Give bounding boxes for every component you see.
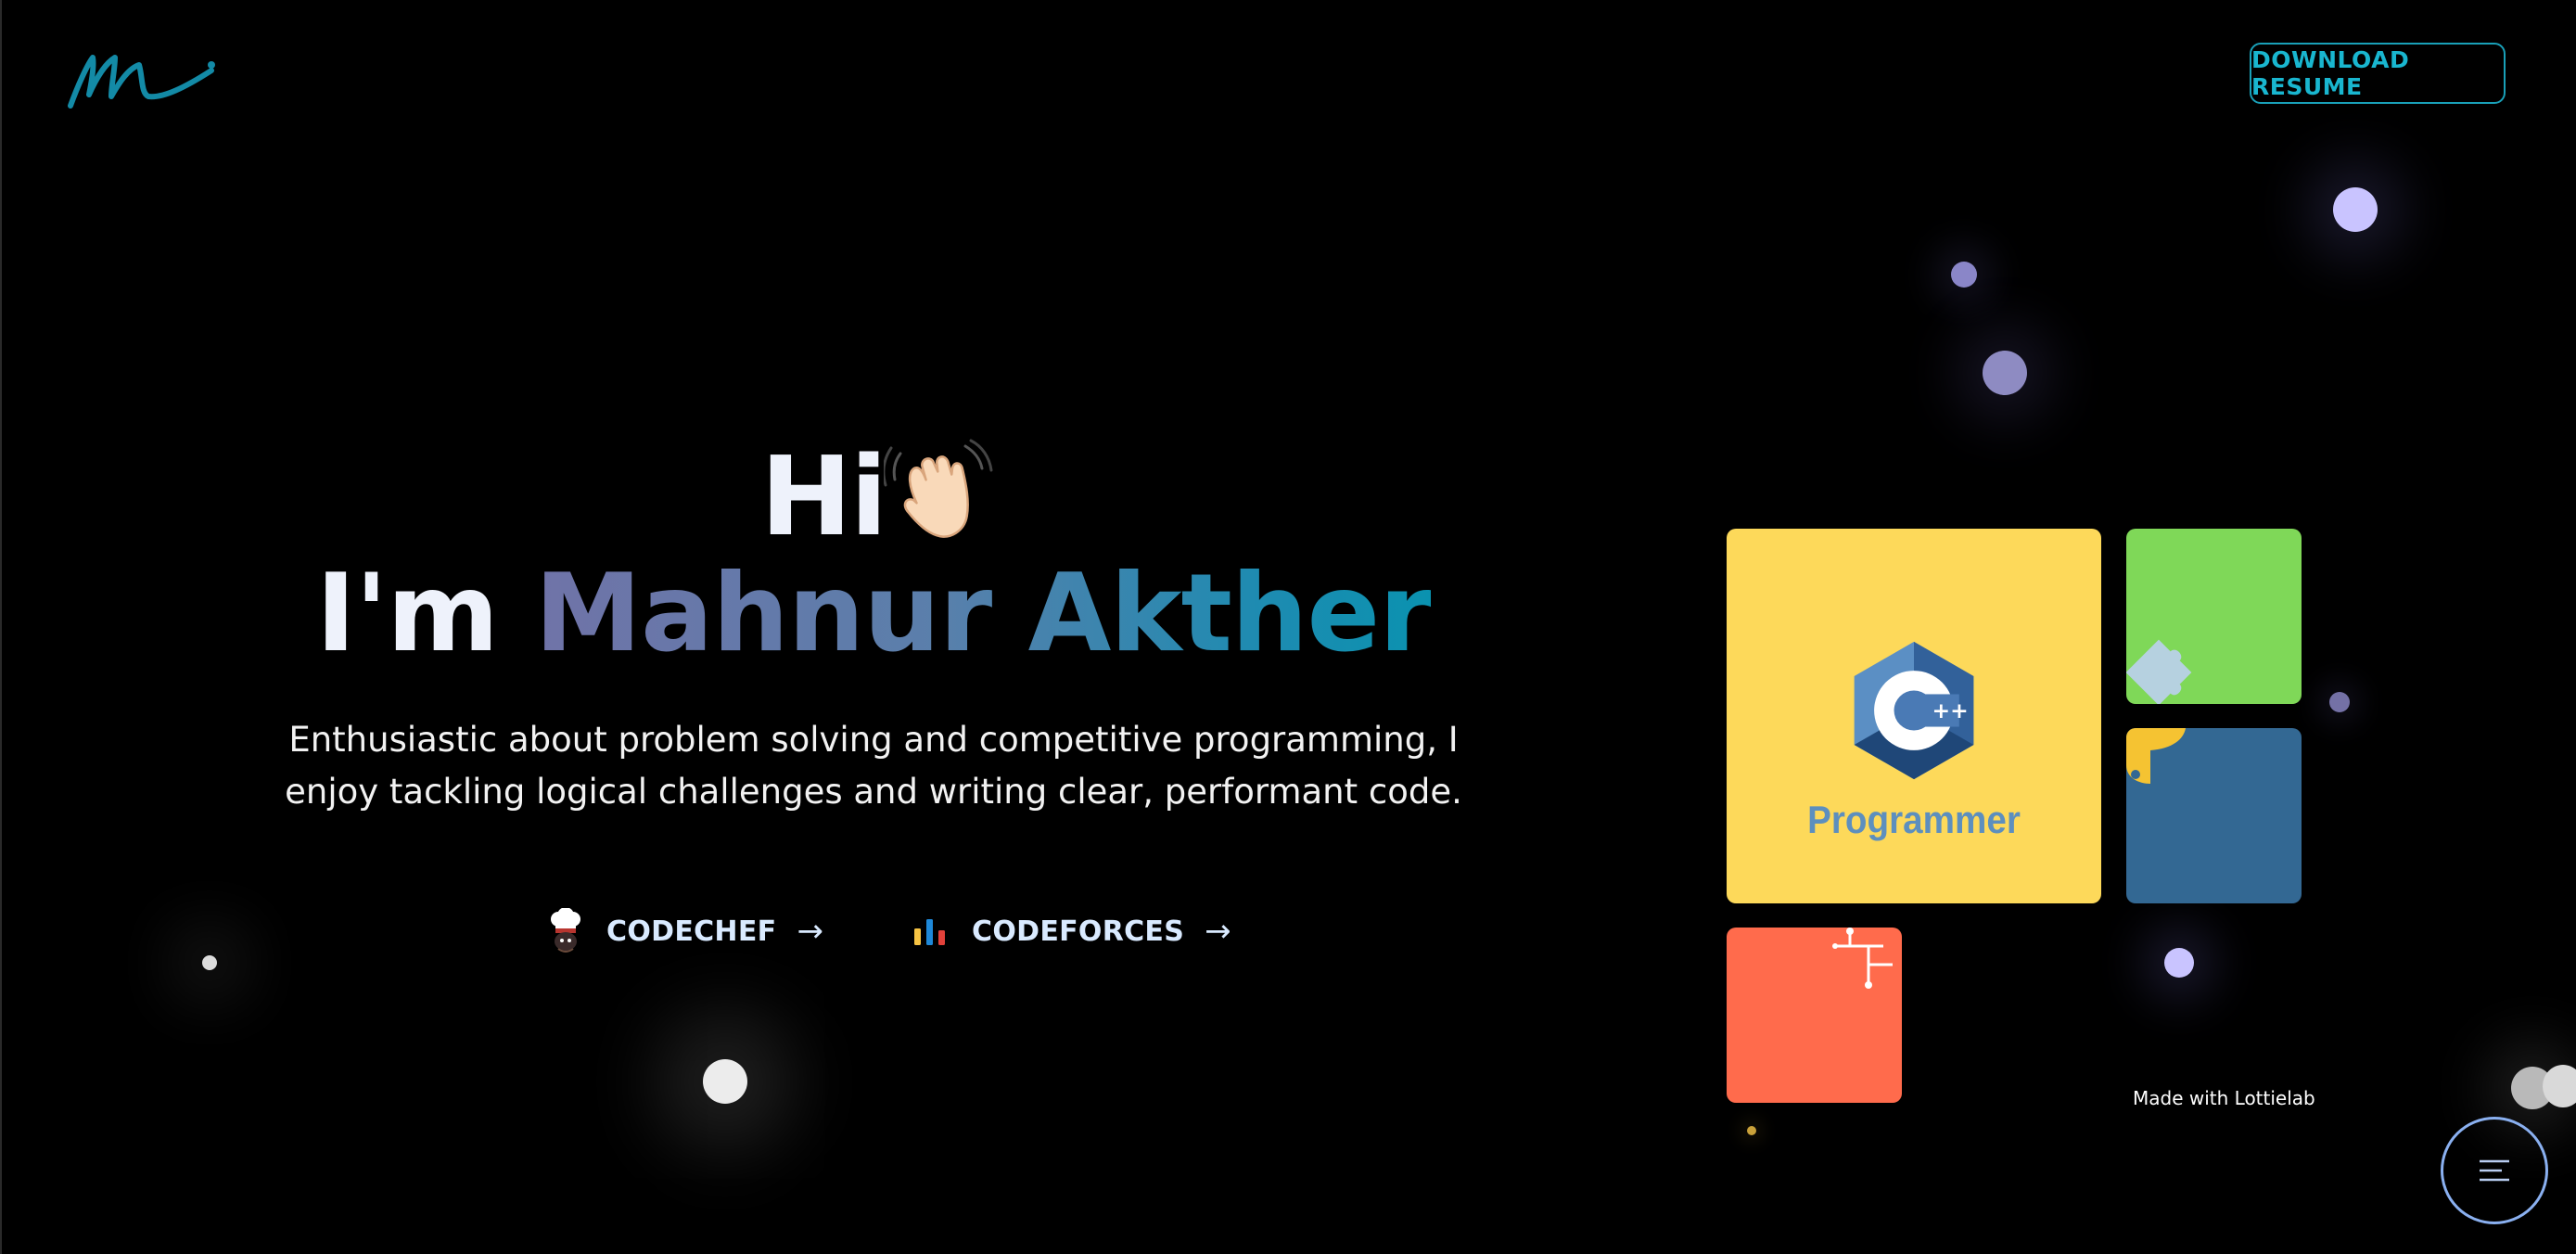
- glow-particle: [202, 955, 217, 970]
- download-resume-button[interactable]: DOWNLOAD RESUME: [2250, 43, 2506, 104]
- name-highlight: Mahnur Akther: [534, 551, 1433, 676]
- name-prefix: I'm: [315, 551, 500, 676]
- circuit-icon: [1832, 928, 1893, 989]
- menu-lines-icon: [2480, 1159, 2509, 1182]
- glow-particle: [2164, 948, 2194, 978]
- greeting-text: Hi: [760, 432, 887, 560]
- bar-chart-icon: [914, 919, 945, 945]
- codechef-label: CODECHEF: [606, 915, 777, 948]
- chef-hat-icon: [551, 908, 580, 953]
- cpp-logo-icon: ++: [1854, 641, 1974, 780]
- python-tile: [2126, 728, 2302, 903]
- python-logo-icon: [2126, 728, 2186, 784]
- menu-button[interactable]: [2441, 1117, 2548, 1224]
- codeforces-link[interactable]: CODEFORCES →: [911, 907, 1231, 955]
- glow-particle: [703, 1059, 747, 1104]
- glow-particle: [1951, 262, 1977, 288]
- programmer-label: Programmer: [1807, 798, 2021, 841]
- glow-particle: [2543, 1065, 2576, 1107]
- svg-text:++: ++: [1932, 697, 1969, 723]
- signature-logo-icon[interactable]: [63, 45, 221, 115]
- codeforces-label: CODEFORCES: [972, 915, 1185, 948]
- puzzle-piece-icon: [2126, 639, 2192, 704]
- page: DOWNLOAD RESUME Hi I'm Mahnur Akther Ent…: [0, 0, 2576, 1254]
- hero-intro: Enthusiastic about problem solving and c…: [285, 720, 1462, 812]
- hero-name: I'm Mahnur Akther: [2, 551, 1745, 676]
- circuit-tile: [1727, 928, 1902, 1103]
- glow-particle: [2329, 692, 2350, 712]
- programmer-tile: ++ Programmer: [1727, 529, 2101, 903]
- waving-hand-icon: [884, 439, 993, 538]
- greeting: Hi: [760, 432, 999, 560]
- codechef-link[interactable]: CODECHEF →: [545, 907, 823, 955]
- lottie-credit[interactable]: Made with Lottielab: [2133, 1087, 2315, 1109]
- arrow-right-icon: →: [797, 913, 824, 950]
- arrow-right-icon: →: [1205, 913, 1231, 950]
- glow-particle: [1747, 1126, 1756, 1135]
- puzzle-tile: [2126, 529, 2302, 704]
- glow-particle: [2333, 187, 2378, 232]
- glow-particle: [1983, 351, 2027, 395]
